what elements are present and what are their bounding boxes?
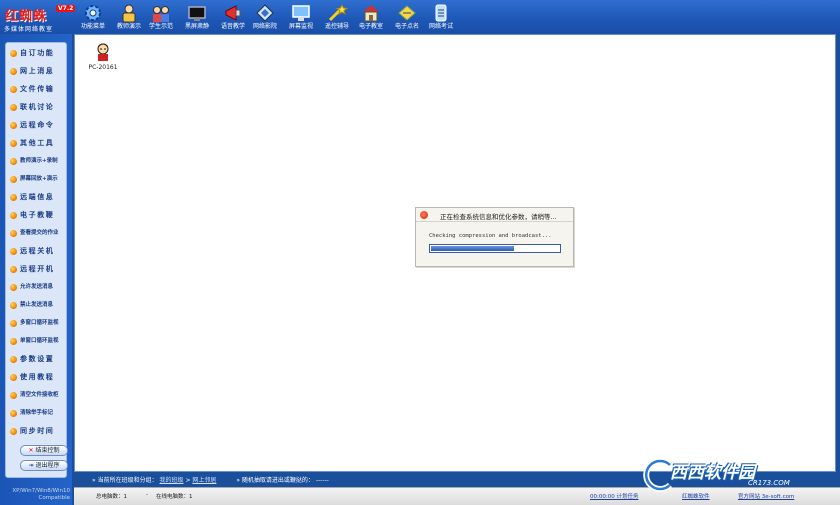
- rollcall-icon: [398, 5, 416, 21]
- orange-bullet-icon: [10, 247, 17, 255]
- total-computers: 总电脑数：1: [96, 494, 127, 500]
- students-icon: [153, 6, 169, 22]
- orange-bullet-icon: [10, 157, 17, 165]
- orange-bullet-icon: [10, 373, 17, 381]
- orange-bullet-icon: [10, 391, 17, 399]
- exit-program-button[interactable]: ⇥ 退出程序: [20, 460, 68, 471]
- orange-bullet-icon: [10, 193, 17, 201]
- sidebar-item-remote-info[interactable]: 远端信息: [8, 189, 66, 205]
- orange-bullet-icon: [10, 103, 17, 111]
- progress-dialog: 正在检查系统信息和优化参数，请稍等... Checking compressio…: [415, 207, 574, 267]
- toolbar-label: 网络考试: [428, 23, 453, 30]
- sidebar-item-single-window-monitor[interactable]: 单窗口循环监视: [8, 333, 66, 349]
- film-icon: [256, 4, 274, 22]
- sidebar-item-allow-messages[interactable]: 允许发送消息: [8, 279, 66, 295]
- random-pick-value: ------: [315, 477, 329, 484]
- student-computer-area: PC-20161 正在检查系统信息和优化参数，请稍等... Checking c…: [74, 34, 836, 472]
- orange-bullet-icon: [10, 67, 17, 75]
- computer-name: PC-20161: [88, 64, 118, 71]
- teacher-icon: [122, 4, 136, 23]
- sidebar: 自订功能 网上消息 文件传输 联机讨论 远程命令 其他工具 教师演示+录制 屏幕…: [0, 34, 72, 505]
- progress-bar-fill: [431, 246, 515, 251]
- gear-icon: [85, 5, 101, 21]
- monitor-icon: [292, 5, 310, 21]
- sidebar-item-clear-hand-raise[interactable]: 清除举手标记: [8, 405, 66, 421]
- sidebar-item-tutorial[interactable]: 使用教程: [8, 369, 66, 385]
- scheduled-task-timer[interactable]: 00:00:00 计划任务: [590, 492, 638, 500]
- watermark-title: 西西软件园: [670, 463, 755, 483]
- toolbar-network-exam-button[interactable]: 网络考试: [420, 3, 462, 33]
- brand-logo: 红蜘蛛 V7.2 多媒体网络教室: [2, 2, 76, 34]
- top-toolbar: 红蜘蛛 V7.2 多媒体网络教室 功能菜单 教师演示 学生示范 黑屏肃静 语音教…: [0, 0, 840, 34]
- brand-title: 红蜘蛛: [5, 9, 48, 24]
- orange-bullet-icon: [10, 85, 17, 93]
- app-icon: [420, 211, 428, 219]
- orange-bullet-icon: [10, 175, 17, 183]
- watermark-url: CR173.COM: [748, 479, 790, 487]
- dialog-status-text: Checking compression and broadcast...: [429, 233, 552, 239]
- orange-bullet-icon: [10, 283, 17, 291]
- sidebar-item-remote-power-on[interactable]: 远程开机: [8, 261, 66, 277]
- orange-bullet-icon: [10, 139, 17, 147]
- orange-bullet-icon: [10, 427, 17, 435]
- watermark: 西西软件园 CR173.COM: [640, 455, 820, 495]
- orange-bullet-icon: [10, 409, 17, 417]
- dialog-title-bar: 正在检查系统信息和优化参数，请稍等...: [416, 208, 573, 222]
- orange-bullet-icon: [10, 229, 17, 237]
- brand-subtitle: 多媒体网络教室: [4, 26, 54, 33]
- wand-icon: [328, 3, 348, 22]
- class-group-bar: » 当前所在班级和分组： 我的班级 > 网上邻居 » 随机抽取请进出或鞭挞的： …: [92, 477, 329, 484]
- group-link[interactable]: 网上邻居: [192, 477, 216, 484]
- exam-icon: [435, 4, 447, 22]
- megaphone-icon: [225, 5, 241, 21]
- sidebar-item-forbid-messages[interactable]: 禁止发送消息: [8, 297, 66, 313]
- orange-bullet-icon: [10, 355, 17, 363]
- orange-bullet-icon: [10, 121, 17, 129]
- sidebar-item-screen-playback[interactable]: 屏幕回放+演示: [8, 171, 66, 187]
- sidebar-item-settings[interactable]: 参数设置: [8, 351, 66, 367]
- orange-bullet-icon: [10, 319, 17, 327]
- status-separator: -: [146, 492, 148, 498]
- sidebar-item-multi-window-monitor[interactable]: 多窗口循环监视: [8, 315, 66, 331]
- progress-bar: [429, 244, 561, 253]
- sidebar-item-remote-command[interactable]: 远程命令: [8, 117, 66, 133]
- online-computers: 在线电脑数：1: [156, 494, 193, 500]
- end-control-button[interactable]: ✕ 结束控制: [20, 445, 68, 456]
- sidebar-item-remote-shutdown[interactable]: 远程关机: [8, 243, 66, 259]
- orange-bullet-icon: [10, 301, 17, 309]
- sidebar-item-custom-functions[interactable]: 自订功能: [8, 45, 66, 61]
- sidebar-item-other-tools[interactable]: 其他工具: [8, 135, 66, 151]
- dialog-title: 正在检查系统信息和优化参数，请稍等...: [440, 213, 557, 221]
- class-link[interactable]: 我的班级: [160, 477, 184, 484]
- sidebar-item-sync-time[interactable]: 同步时间: [8, 423, 66, 439]
- sidebar-menu: 自订功能 网上消息 文件传输 联机讨论 远程命令 其他工具 教师演示+录制 屏幕…: [5, 42, 68, 478]
- black-screen-icon: [188, 6, 206, 21]
- orange-bullet-icon: [10, 211, 17, 219]
- sidebar-item-clear-file-cabinet[interactable]: 清空文件接收柜: [8, 387, 66, 403]
- student-avatar-icon: [97, 43, 109, 61]
- sidebar-item-view-homework[interactable]: 查看提交的作业: [8, 225, 66, 241]
- orange-bullet-icon: [10, 49, 17, 57]
- orange-bullet-icon: [10, 337, 17, 345]
- sidebar-item-e-pointer[interactable]: 电子教鞭: [8, 207, 66, 223]
- classroom-icon: [363, 5, 379, 22]
- student-computer[interactable]: PC-20161: [85, 43, 121, 71]
- orange-bullet-icon: [10, 265, 17, 273]
- close-icon: ✕: [28, 447, 34, 454]
- sidebar-item-file-transfer[interactable]: 文件传输: [8, 81, 66, 97]
- sidebar-item-online-discussion[interactable]: 联机讨论: [8, 99, 66, 115]
- sidebar-item-online-message[interactable]: 网上消息: [8, 63, 66, 79]
- exit-icon: ⇥: [28, 462, 34, 469]
- os-compat-note: XP/Win7/Win8/Win10 Compatible: [12, 488, 70, 501]
- sidebar-item-teacher-demo-record[interactable]: 教师演示+录制: [8, 153, 66, 169]
